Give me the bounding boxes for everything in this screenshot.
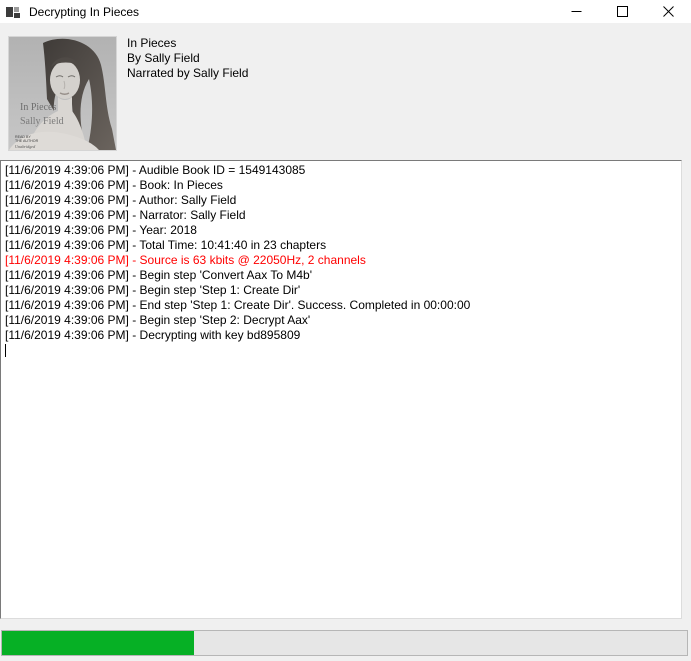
book-info: In Pieces By Sally Field Narrated by Sal…: [127, 36, 248, 81]
log-line: [11/6/2019 4:39:06 PM] - Begin step 'Con…: [5, 268, 677, 283]
log-textbox[interactable]: [11/6/2019 4:39:06 PM] - Audible Book ID…: [0, 160, 682, 619]
cover-author: Sally Field: [20, 116, 64, 127]
log-line: [11/6/2019 4:39:06 PM] - Begin step 'Ste…: [5, 283, 677, 298]
book-narrator-line: Narrated by Sally Field: [127, 66, 248, 81]
app-window: Decrypting In Pieces: [0, 0, 691, 661]
log-line: [11/6/2019 4:39:06 PM] - Total Time: 10:…: [5, 238, 677, 253]
book-author-line: By Sally Field: [127, 51, 248, 66]
cover-title: In Pieces: [20, 102, 56, 113]
maximize-button[interactable]: [599, 0, 645, 23]
book-cover-image: In Pieces Sally Field READ BY THE AUTHOR…: [8, 36, 117, 151]
window-controls: [553, 0, 691, 23]
minimize-button[interactable]: [553, 0, 599, 23]
progress-fill: [2, 631, 194, 655]
log-line: [11/6/2019 4:39:06 PM] - Begin step 'Ste…: [5, 313, 677, 328]
book-title: In Pieces: [127, 36, 248, 51]
log-line: [11/6/2019 4:39:06 PM] - Narrator: Sally…: [5, 208, 677, 223]
close-icon: [663, 6, 674, 17]
log-line: [11/6/2019 4:39:06 PM] - Book: In Pieces: [5, 178, 677, 193]
log-line: [11/6/2019 4:39:06 PM] - Author: Sally F…: [5, 193, 677, 208]
close-button[interactable]: [645, 0, 691, 23]
text-caret: [5, 344, 6, 357]
maximize-icon: [617, 6, 628, 17]
app-icon: [5, 4, 21, 20]
log-line: [11/6/2019 4:39:06 PM] - End step 'Step …: [5, 298, 677, 313]
log-line: [11/6/2019 4:39:06 PM] - Source is 63 kb…: [5, 253, 677, 268]
log-line: [11/6/2019 4:39:06 PM] - Audible Book ID…: [5, 163, 677, 178]
log-line: [11/6/2019 4:39:06 PM] - Year: 2018: [5, 223, 677, 238]
title-bar[interactable]: Decrypting In Pieces: [0, 0, 691, 23]
progress-bar: [1, 630, 688, 656]
cover-badge-line2: THE AUTHOR: [15, 139, 39, 143]
minimize-icon: [571, 6, 582, 17]
log-line: [11/6/2019 4:39:06 PM] - Decrypting with…: [5, 328, 677, 343]
client-area: In Pieces Sally Field READ BY THE AUTHOR…: [0, 23, 691, 661]
cover-edition-label: Unabridged: [15, 144, 36, 149]
window-title: Decrypting In Pieces: [29, 5, 553, 19]
